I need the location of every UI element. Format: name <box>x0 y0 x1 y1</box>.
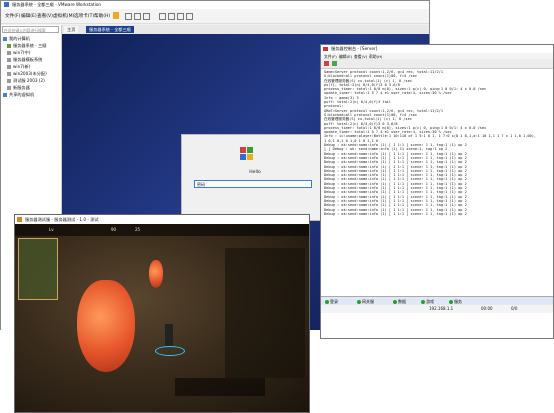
console-log-output[interactable]: Game=Server protocol count:1,2/6, g=4 re… <box>324 70 552 296</box>
sidebar-item-vm[interactable]: win7(中) <box>7 49 30 56</box>
player-character[interactable] <box>165 324 173 346</box>
vm-icon <box>7 65 11 69</box>
footer-ip: 192.168.1.1 <box>429 306 454 311</box>
vm-menubar: 文件(F) 编辑(E) 查看(V) 虚拟机(M) 选项卡(T) 帮助(H) <box>1 9 429 24</box>
start-icon[interactable] <box>332 61 337 66</box>
sidebar-item-vm[interactable]: 服务器模板系统 <box>7 56 42 63</box>
game-app-icon <box>17 217 22 222</box>
menu-file[interactable]: 文件(F) <box>5 13 20 19</box>
sidebar-item-vm[interactable]: 测试服 2003 (2) <box>7 77 45 84</box>
fullscreen-icon[interactable] <box>159 13 166 20</box>
status-ok-icon <box>325 300 329 304</box>
game-top-hud <box>15 224 309 236</box>
hud-value-1: 90 <box>111 227 117 232</box>
sidebar-item-shared[interactable]: 共享的虚拟机 <box>3 91 34 98</box>
vm-tab-strip: 主页 服务器系统 - 全都三顺 <box>62 25 429 34</box>
hud-level: Lv <box>49 227 54 232</box>
login-username: Hello <box>249 170 261 175</box>
red-lantern <box>77 280 135 372</box>
vm-icon <box>7 44 11 48</box>
unity-icon[interactable] <box>168 13 175 20</box>
menu-view[interactable]: 查看(V) <box>37 13 53 19</box>
shop-shelves <box>225 248 305 378</box>
status-ok-icon <box>449 300 453 304</box>
user-avatar-icon <box>240 147 254 163</box>
toolbar-icon-2[interactable] <box>134 13 141 20</box>
vmware-logo-icon <box>4 2 9 7</box>
target-ring <box>155 346 185 356</box>
password-input[interactable]: 密码 <box>194 180 312 188</box>
status-ok-icon <box>421 300 425 304</box>
game-viewport[interactable]: Lv 90 25 <box>15 224 309 412</box>
tab-vm-server[interactable]: 服务器系统 - 全都三顺 <box>86 26 134 33</box>
game-titlebar: 服务器测试服 - 服务器测试 - 1.0 - 测试 <box>15 215 309 224</box>
server-console-window: 服务器控制台 - [Server] 文件(F) 编辑(E) 查看(V) 帮助(H… <box>320 44 554 339</box>
menu-edit[interactable]: 编辑(E) <box>21 13 37 19</box>
pause-icon[interactable] <box>113 12 119 19</box>
console-log-line: Debug : ok:send:name:info (1) [ 1 1:1 ] … <box>324 211 467 216</box>
stop-icon[interactable] <box>324 61 329 66</box>
sidebar-item-vm[interactable]: win7(新) <box>7 63 30 70</box>
vm-icon <box>7 79 11 83</box>
console-icon[interactable] <box>177 13 184 20</box>
footer-time: 00:00 <box>481 306 493 311</box>
minimap[interactable] <box>18 238 58 300</box>
game-skill-bar[interactable] <box>175 378 265 396</box>
footer-count: 0/0 <box>511 306 518 311</box>
game-client-window: 服务器测试服 - 服务器测试 - 1.0 - 测试 Lv 90 25 <box>14 214 310 413</box>
computer-icon <box>3 37 7 41</box>
menu-help[interactable]: 帮助(H) <box>94 13 110 19</box>
sidebar-item-vm[interactable]: win2003(未分配) <box>7 70 47 77</box>
console-toolbar <box>321 59 553 69</box>
toolbar-icon-3[interactable] <box>143 13 150 20</box>
sidebar-item-vm[interactable]: 服务器系统 - 三顺 <box>7 42 47 49</box>
sidebar-item-vm[interactable]: 新服务器 <box>7 84 30 91</box>
console-app-icon <box>323 47 328 51</box>
menu-tabs[interactable]: 选项卡(T) <box>74 13 94 19</box>
status-ok-icon <box>393 300 397 304</box>
hud-value-2: 25 <box>135 227 141 232</box>
menu-vm[interactable]: 虚拟机(M) <box>53 13 74 19</box>
stretch-icon[interactable] <box>186 13 193 20</box>
sidebar-item-my-computer[interactable]: 我的计算机 <box>3 35 30 42</box>
guest-login-panel: Hello 密码 <box>181 134 329 221</box>
vm-title: 服务器系统 - 全都三顺 - VMware Workstation <box>12 2 102 7</box>
game-title: 服务器测试服 - 服务器测试 - 1.0 - 测试 <box>25 217 99 222</box>
console-title: 服务器控制台 - [Server] <box>331 46 378 51</box>
vm-icon <box>7 72 11 76</box>
vm-icon <box>7 58 11 62</box>
tab-home[interactable]: 主页 <box>64 26 79 33</box>
vm-icon <box>7 51 11 55</box>
shared-vm-icon <box>3 93 7 97</box>
console-footer: 192.168.1.1 00:00 0/0 <box>321 305 553 313</box>
toolbar-icon-1[interactable] <box>125 13 132 20</box>
library-search-input[interactable]: 在此处键入内容进行搜索 <box>2 26 59 33</box>
small-lantern <box>149 260 163 288</box>
vm-icon <box>7 86 11 90</box>
vm-titlebar: 服务器系统 - 全都三顺 - VMware Workstation <box>1 1 429 9</box>
console-titlebar: 服务器控制台 - [Server] <box>321 45 553 53</box>
status-ok-icon <box>357 300 361 304</box>
